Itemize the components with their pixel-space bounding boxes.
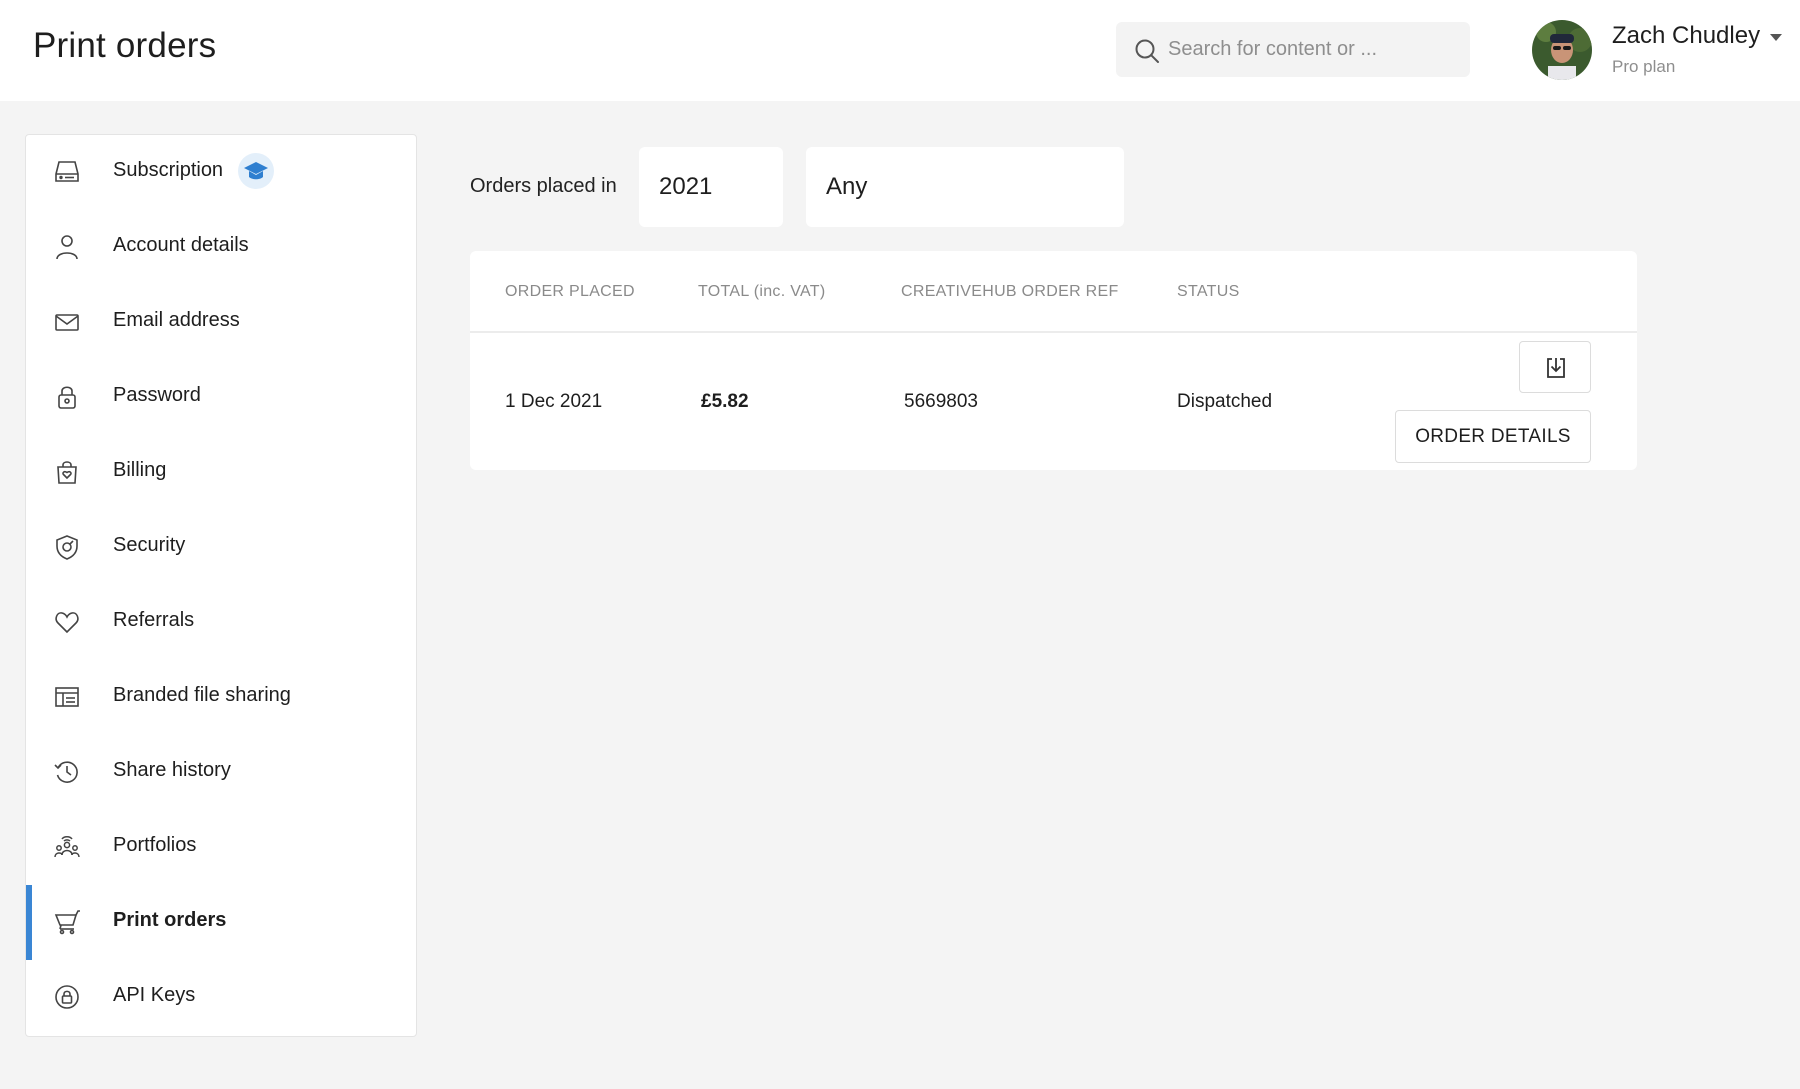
search-box[interactable] [1116, 22, 1470, 77]
sidebar-item-share-history[interactable]: Share history [26, 735, 416, 810]
sidebar-item-label: Billing [113, 459, 167, 481]
sidebar-item-portfolios[interactable]: Portfolios [26, 810, 416, 885]
sidebar-item-label: Email address [113, 309, 240, 331]
download-icon [1547, 358, 1565, 378]
sidebar-item-label: Branded file sharing [113, 684, 291, 706]
order-details-button[interactable]: ORDER DETAILS [1395, 410, 1591, 463]
lock-circle-icon [55, 985, 79, 1009]
filter-label: Orders placed in [470, 175, 617, 197]
sidebar-item-label: Share history [113, 759, 231, 781]
person-icon [56, 235, 78, 260]
avatar[interactable] [1532, 20, 1592, 80]
sidebar-item-label: API Keys [113, 984, 196, 1006]
table-divider [470, 331, 1637, 333]
envelope-icon [55, 314, 79, 331]
people-group-icon [54, 836, 80, 858]
shopping-bag-heart-icon [57, 461, 77, 484]
sidebar-item-branded-file-sharing[interactable]: Branded file sharing [26, 660, 416, 735]
order-total: £5.82 [701, 391, 749, 412]
sidebar-item-account-details[interactable]: Account details [26, 210, 416, 285]
sidebar-item-print-orders[interactable]: Print orders [26, 885, 416, 960]
user-plan: Pro plan [1612, 57, 1676, 76]
sidebar-item-label: Referrals [113, 609, 195, 631]
sidebar-item-security[interactable]: Security [26, 510, 416, 585]
orders-table: ORDER PLACED TOTAL (inc. VAT) CREATIVEHU… [470, 251, 1637, 470]
column-header-order-ref: CREATIVEHUB ORDER REF [901, 283, 1119, 300]
year-select[interactable]: 2021 [639, 147, 783, 227]
sidebar-item-password[interactable]: Password [26, 360, 416, 435]
lock-icon [58, 386, 76, 409]
drive-icon [55, 161, 79, 182]
sidebar-item-label: Account details [113, 234, 249, 256]
sidebar-item-referrals[interactable]: Referrals [26, 585, 416, 660]
shopping-cart-icon [54, 910, 80, 935]
heart-icon [55, 612, 79, 634]
sidebar-item-label: Portfolios [113, 834, 197, 856]
graduation-cap-icon [244, 162, 268, 180]
sidebar-item-label: Subscription [113, 159, 224, 181]
order-status: Dispatched [1177, 391, 1273, 412]
search-icon [1135, 39, 1159, 63]
settings-sidebar: Subscription Account details Email addre… [25, 134, 417, 1037]
sidebar-item-label: Security [113, 534, 186, 556]
download-invoice-button[interactable] [1519, 341, 1591, 393]
column-header-total: TOTAL (inc. VAT) [698, 283, 826, 300]
search-input[interactable] [1168, 22, 1458, 77]
order-date: 1 Dec 2021 [505, 391, 603, 412]
avatar-image [1532, 20, 1592, 80]
layout-icon [55, 687, 79, 707]
top-bar: Print orders Zach Chudley Pro plan [0, 0, 1800, 101]
sidebar-item-api-keys[interactable]: API Keys [26, 960, 416, 1035]
sidebar-item-subscription[interactable]: Subscription [26, 135, 416, 210]
user-name: Zach Chudley [1612, 22, 1761, 49]
status-select[interactable]: Any [806, 147, 1124, 227]
column-header-status: STATUS [1177, 283, 1240, 300]
user-menu[interactable]: Zach Chudley Pro plan [1532, 18, 1792, 82]
shield-icon [56, 535, 78, 560]
chevron-down-icon[interactable] [1769, 33, 1783, 43]
sidebar-item-label: Password [113, 384, 201, 406]
sidebar-item-label: Print orders [113, 909, 227, 931]
order-ref: 5669803 [904, 391, 978, 412]
column-header-order-placed: ORDER PLACED [505, 283, 635, 300]
history-clock-icon [54, 761, 78, 783]
page-title: Print orders [33, 26, 217, 65]
sidebar-item-email-address[interactable]: Email address [26, 285, 416, 360]
plan-badge [238, 153, 274, 189]
sidebar-item-billing[interactable]: Billing [26, 435, 416, 510]
